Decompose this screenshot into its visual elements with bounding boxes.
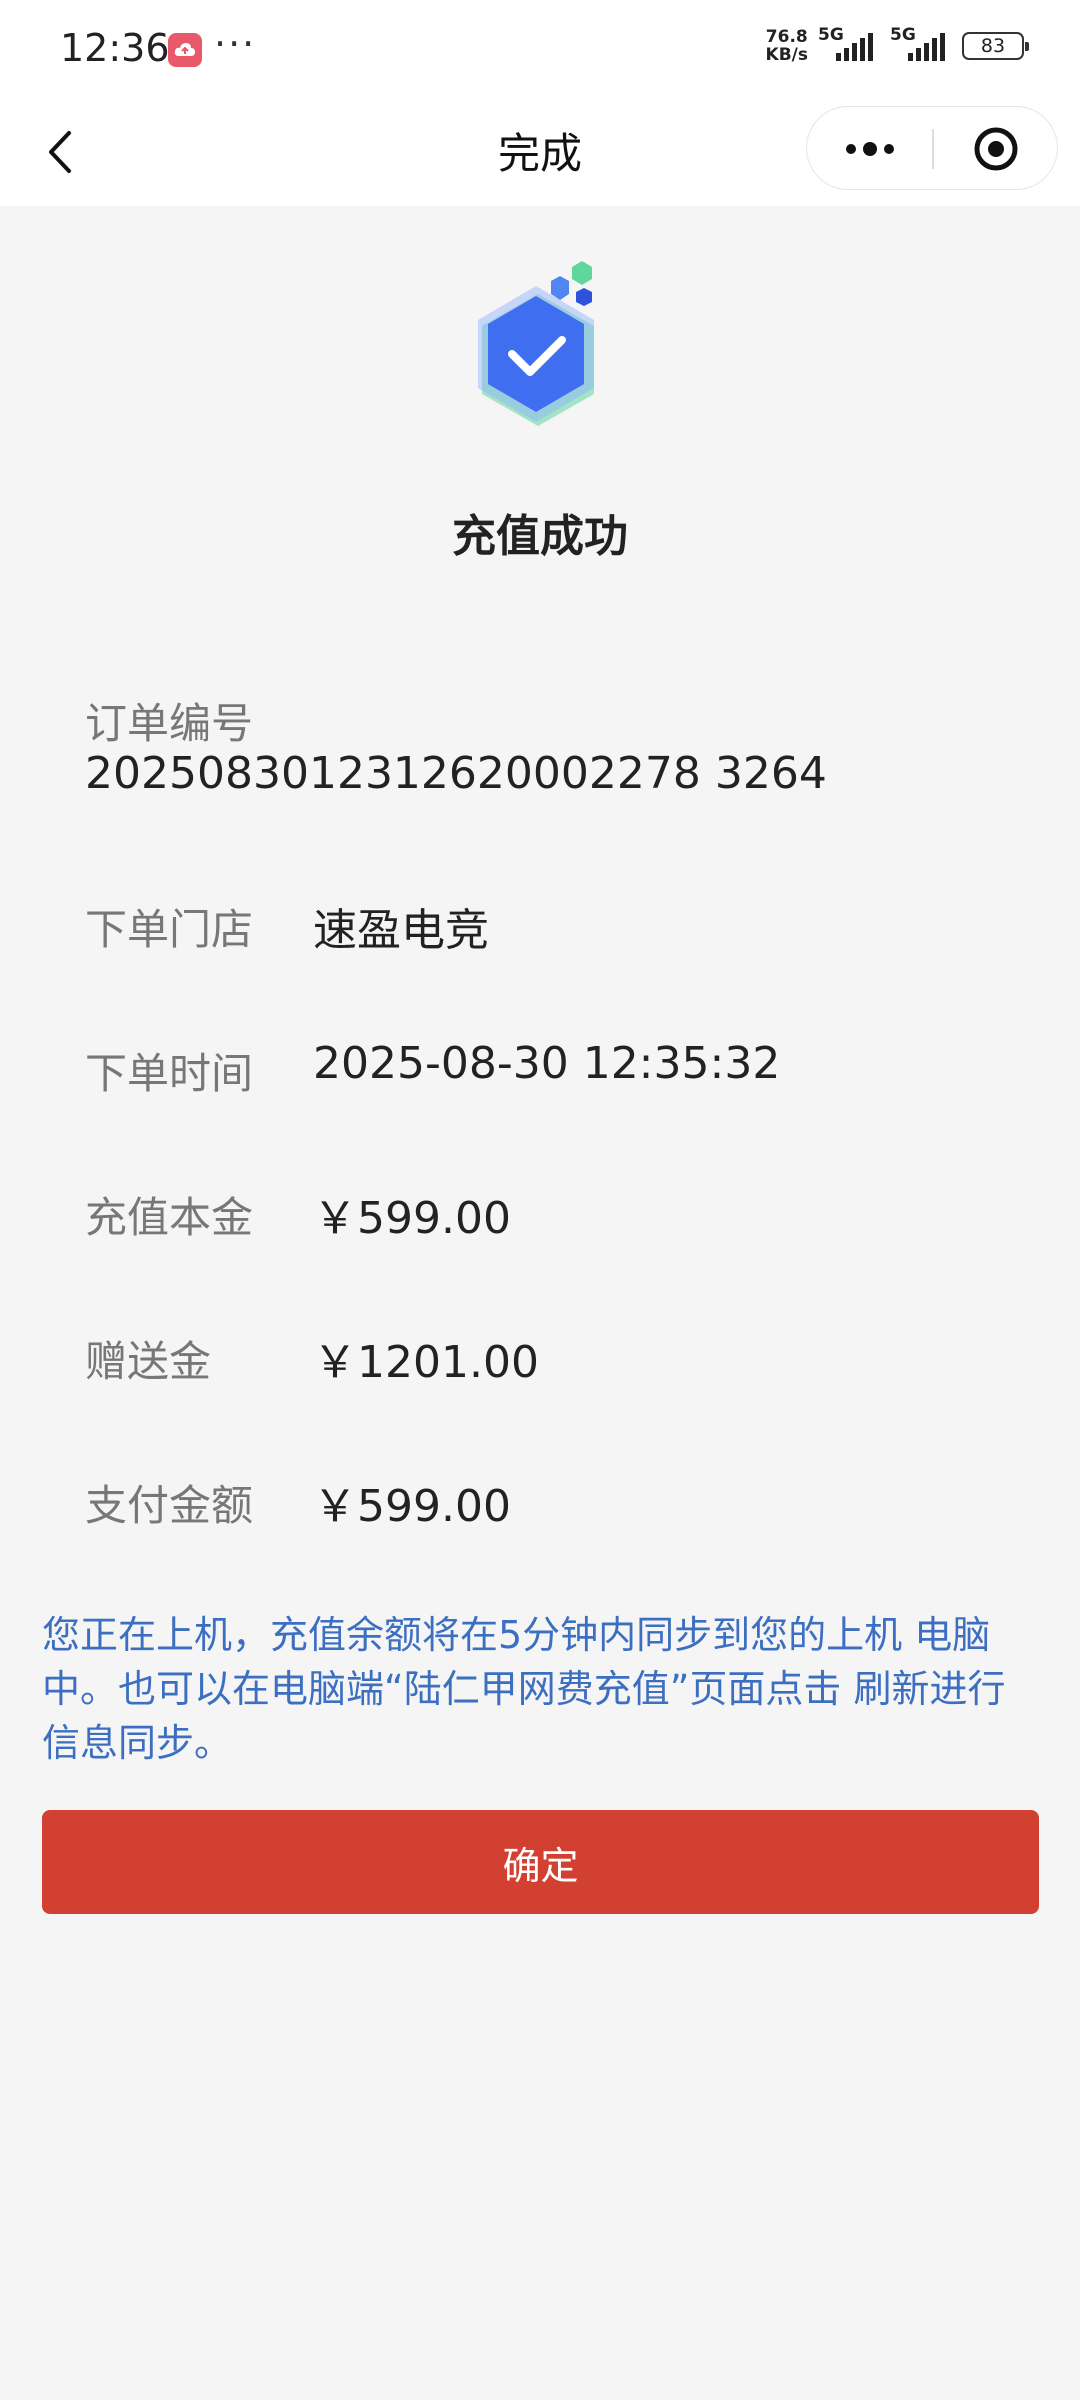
confirm-button[interactable]: 确定 — [42, 1810, 1039, 1914]
more-dot-icon — [883, 144, 894, 154]
battery-icon: 83 — [962, 32, 1029, 60]
cloud-app-icon — [168, 33, 202, 67]
bonus-value: ￥1201.00 — [313, 1337, 539, 1388]
success-check-icon — [456, 240, 636, 460]
more-dot-icon — [862, 142, 877, 156]
paid-amount-value: ￥599.00 — [313, 1481, 511, 1532]
principal-value: ￥599.00 — [313, 1193, 511, 1244]
status-indicators: 76.8 KB/s 5G 5G 83 — [765, 25, 1029, 65]
order-number-value: 2025083012312620002278 3264 — [85, 748, 827, 799]
signal-1-icon: 5G — [818, 25, 880, 61]
status-time: 12:36 — [60, 26, 170, 70]
bonus-label: 赠送金 — [85, 1337, 212, 1386]
close-mini-program-button[interactable] — [933, 107, 1059, 191]
sync-notice: 您正在上机，充值余额将在5分钟内同步到您的上机 电脑中。也可以在电脑端“陆仁甲网… — [42, 1613, 1006, 1765]
net-speed: 76.8 KB/s — [765, 27, 808, 65]
paid-amount-label: 支付金额 — [85, 1481, 254, 1530]
status-more-dots: ··· — [214, 22, 257, 66]
more-dot-icon — [845, 144, 856, 154]
signal-2-icon: 5G — [890, 25, 952, 61]
order-number-label: 订单编号 — [85, 699, 254, 748]
target-close-icon — [974, 127, 1018, 171]
order-time-label: 下单时间 — [85, 1049, 254, 1098]
nav-bar: 完成 — [0, 100, 1080, 206]
store-label: 下单门店 — [85, 905, 254, 954]
status-bar: 12:36 ··· 76.8 KB/s 5G 5G 83 — [0, 0, 1080, 100]
result-title: 充值成功 — [452, 511, 628, 562]
store-value: 速盈电竞 — [313, 905, 489, 956]
mini-program-capsule — [806, 106, 1058, 190]
more-button[interactable] — [807, 107, 932, 191]
order-time-value: 2025-08-30 12:35:32 — [313, 1038, 781, 1089]
principal-label: 充值本金 — [85, 1193, 254, 1242]
